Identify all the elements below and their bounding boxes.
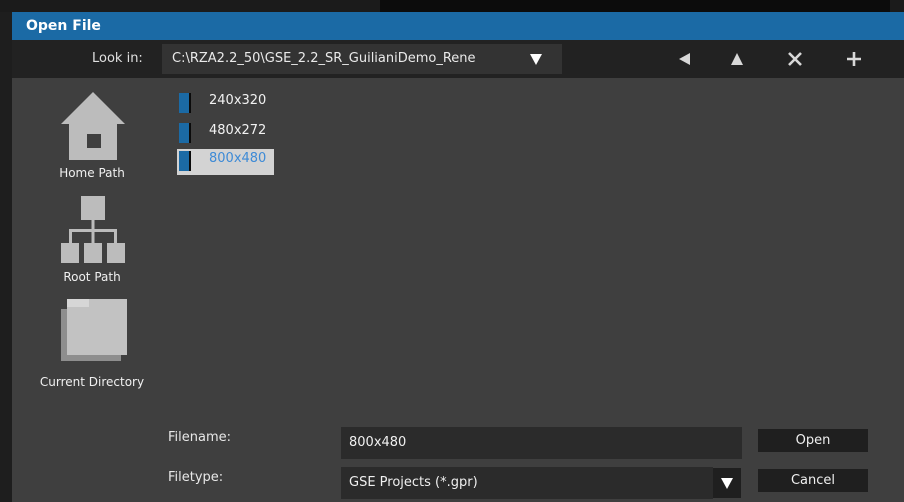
filetype-dropdown-button[interactable] xyxy=(713,468,741,498)
look-in-label: Look in: xyxy=(92,51,143,66)
cancel-button[interactable]: Cancel xyxy=(758,469,868,492)
back-arrow-icon[interactable] xyxy=(675,49,695,69)
filename-label: Filename: xyxy=(168,430,232,445)
folder-icon xyxy=(61,299,127,361)
toolbar: Look in: C:\RZA2.2_50\GSE_2.2_SR_Guilian… xyxy=(12,40,904,78)
dropdown-triangle-icon xyxy=(721,478,733,489)
plus-icon[interactable] xyxy=(844,49,864,69)
filetype-label: Filetype: xyxy=(168,470,224,485)
file-row[interactable]: 480x272 xyxy=(177,121,377,143)
filename-field[interactable]: 800x480 xyxy=(341,427,742,459)
look-in-path: C:\RZA2.2_50\GSE_2.2_SR_GuilianiDemo_Ren… xyxy=(172,51,476,66)
folder-icon xyxy=(179,123,191,143)
file-row[interactable]: 240x320 xyxy=(177,91,377,113)
dropdown-triangle-icon[interactable] xyxy=(528,50,544,68)
sidebar-item-current-directory[interactable]: Current Directory xyxy=(32,297,152,395)
file-row-selected[interactable]: 800x480 xyxy=(177,149,377,175)
home-icon xyxy=(61,92,125,160)
title-bar[interactable]: Open File xyxy=(12,12,904,40)
file-list: 240x320 480x272 800x480 xyxy=(177,89,892,409)
dialog-title: Open File xyxy=(26,18,101,34)
look-in-select[interactable]: C:\RZA2.2_50\GSE_2.2_SR_GuilianiDemo_Ren… xyxy=(162,44,562,74)
file-name: 800x480 xyxy=(209,151,267,166)
background-strip-dark xyxy=(380,0,890,12)
filetype-select[interactable]: GSE Projects (*.gpr) xyxy=(341,467,713,499)
open-file-dialog: Open File Look in: C:\RZA2.2_50\GSE_2.2_… xyxy=(12,12,904,502)
sidebar-item-label: Current Directory xyxy=(39,375,145,389)
sidebar-item-home-path[interactable]: Home Path xyxy=(42,90,142,186)
close-icon[interactable] xyxy=(785,49,805,69)
background-strip xyxy=(0,0,904,12)
sidebar-item-label: Home Path xyxy=(59,166,125,180)
open-button[interactable]: Open xyxy=(758,429,868,452)
filename-value: 800x480 xyxy=(349,435,407,450)
tree-icon xyxy=(61,196,125,263)
filetype-value: GSE Projects (*.gpr) xyxy=(349,475,478,490)
up-arrow-icon[interactable] xyxy=(727,49,747,69)
file-name: 240x320 xyxy=(209,93,267,108)
folder-icon xyxy=(179,93,191,113)
file-name: 480x272 xyxy=(209,123,267,138)
folder-icon xyxy=(179,151,191,171)
sidebar-item-label: Root Path xyxy=(63,270,121,284)
sidebar-item-root-path[interactable]: Root Path xyxy=(42,194,142,290)
